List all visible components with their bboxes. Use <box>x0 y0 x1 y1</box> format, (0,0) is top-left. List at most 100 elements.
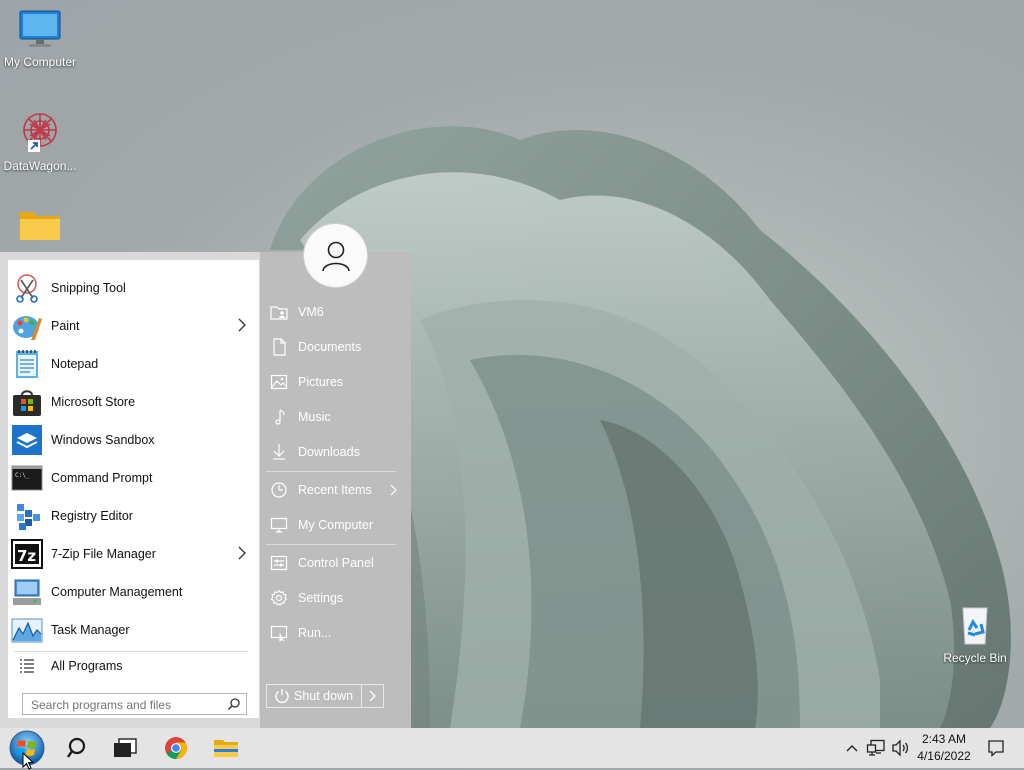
chevron-right-icon[interactable] <box>390 484 398 496</box>
search-input[interactable] <box>29 695 223 715</box>
place-label: VM6 <box>298 305 324 319</box>
notification-center-button[interactable] <box>984 728 1008 768</box>
divider <box>266 471 396 472</box>
computer-management-icon <box>13 579 41 605</box>
program-microsoft-store[interactable]: Microsoft Store <box>8 384 259 420</box>
program-label: Windows Sandbox <box>51 433 155 447</box>
desktop-icon-datawagon[interactable]: DataWagon... <box>0 106 80 173</box>
sandbox-icon <box>12 425 42 455</box>
user-icon <box>321 241 350 271</box>
program-label: Command Prompt <box>51 471 153 485</box>
place-label: Control Panel <box>298 556 374 570</box>
clock-time: 2:43 AM <box>921 732 967 746</box>
regedit-icon <box>17 504 40 530</box>
network-icon <box>866 739 885 756</box>
program-notepad[interactable]: Notepad <box>8 346 259 382</box>
svg-text:7z: 7z <box>17 547 36 565</box>
place-label: Pictures <box>298 375 344 389</box>
program-windows-sandbox[interactable]: Windows Sandbox <box>8 422 259 458</box>
gear-icon <box>270 589 288 606</box>
power-icon <box>275 689 289 703</box>
program-label: Notepad <box>51 357 99 371</box>
place-label: Documents <box>298 340 362 354</box>
desktop-icon-label: My Computer <box>3 55 77 69</box>
search-icon[interactable] <box>227 697 241 711</box>
task-view-button[interactable] <box>103 728 147 768</box>
program-paint[interactable]: Paint <box>8 308 259 344</box>
search-box[interactable] <box>22 693 247 715</box>
program-task-manager[interactable]: Task Manager <box>8 612 259 648</box>
user-folder-icon <box>270 306 288 320</box>
place-my-computer[interactable]: My Computer <box>266 510 404 540</box>
program-registry-editor[interactable]: Registry Editor <box>8 498 259 534</box>
show-hidden-icons-button[interactable] <box>843 728 861 768</box>
place-pictures[interactable]: Pictures <box>266 367 404 397</box>
taskbar: 2:43 AM 4/16/2022 <box>0 728 1024 770</box>
program-label: Snipping Tool <box>51 281 126 295</box>
clock-icon <box>271 482 287 498</box>
place-recent-items[interactable]: Recent Items <box>266 475 404 505</box>
place-music[interactable]: Music <box>266 402 404 432</box>
chevron-up-icon <box>846 745 858 752</box>
clock[interactable]: 2:43 AM 4/16/2022 <box>912 731 976 765</box>
place-control-panel[interactable]: Control Panel <box>266 548 404 578</box>
place-label: Run... <box>298 626 332 640</box>
snipping-tool-icon <box>16 274 38 303</box>
shutdown-button[interactable]: Shut down <box>267 685 362 707</box>
task-manager-icon <box>11 618 43 643</box>
chevron-right-icon[interactable] <box>237 546 247 560</box>
place-documents[interactable]: Documents <box>266 332 404 362</box>
desktop-icon-my-computer[interactable]: My Computer <box>0 8 80 69</box>
volume-button[interactable] <box>890 728 912 768</box>
place-run[interactable]: Run... <box>266 618 404 648</box>
place-label: Downloads <box>298 445 360 459</box>
picture-icon <box>270 374 288 390</box>
run-icon <box>270 625 288 642</box>
taskbar-search-button[interactable] <box>56 728 100 768</box>
shutdown-button-group: Shut down <box>266 684 384 708</box>
shutdown-options-button[interactable] <box>362 685 383 707</box>
program-label: Registry Editor <box>51 509 133 523</box>
all-programs-label: All Programs <box>51 659 123 673</box>
mouse-cursor-icon <box>22 752 34 770</box>
program-label: Computer Management <box>51 585 183 599</box>
chevron-right-icon[interactable] <box>237 318 247 332</box>
file-explorer-button[interactable] <box>204 728 248 768</box>
music-icon <box>275 409 285 425</box>
desktop-icon-label: Recycle Bin <box>943 651 1007 665</box>
program-command-prompt[interactable]: C:\_ Command Prompt <box>8 460 259 496</box>
store-icon <box>13 390 41 416</box>
control-panel-icon <box>270 555 288 571</box>
network-button[interactable] <box>865 728 887 768</box>
clock-date: 4/16/2022 <box>917 749 971 763</box>
chrome-button[interactable] <box>154 728 198 768</box>
place-label: My Computer <box>298 518 374 532</box>
chevron-right-icon <box>369 690 376 702</box>
place-settings[interactable]: Settings <box>266 583 404 613</box>
program-list: Snipping Tool Paint Notepad Microsoft St… <box>8 260 259 718</box>
place-vm6[interactable]: VM6 <box>266 297 404 327</box>
desktop-icon-recycle-bin[interactable]: Recycle Bin <box>935 604 1015 665</box>
document-icon <box>273 338 286 356</box>
cmd-icon: C:\_ <box>11 465 43 491</box>
program-label: 7-Zip File Manager <box>51 547 156 561</box>
all-programs-button[interactable]: All Programs <box>8 648 259 684</box>
svg-text:C:\_: C:\_ <box>15 472 30 479</box>
download-icon <box>273 444 285 460</box>
shutdown-label: Shut down <box>294 689 354 703</box>
notepad-icon <box>16 350 38 378</box>
volume-icon <box>892 739 909 757</box>
monitor-icon <box>19 10 61 47</box>
program-computer-management[interactable]: Computer Management <box>8 574 259 610</box>
program-label: Paint <box>51 319 80 333</box>
task-view-icon <box>114 738 137 757</box>
place-label: Recent Items <box>298 483 372 497</box>
program-7zip-file-manager[interactable]: 7z 7-Zip File Manager <box>8 536 259 572</box>
program-snipping-tool[interactable]: Snipping Tool <box>8 270 259 306</box>
user-avatar[interactable] <box>304 224 367 287</box>
place-downloads[interactable]: Downloads <box>266 437 404 467</box>
desktop-icon-folder[interactable] <box>0 204 80 249</box>
computer-icon <box>270 517 288 533</box>
chrome-icon <box>165 737 187 759</box>
notification-icon <box>988 740 1004 757</box>
